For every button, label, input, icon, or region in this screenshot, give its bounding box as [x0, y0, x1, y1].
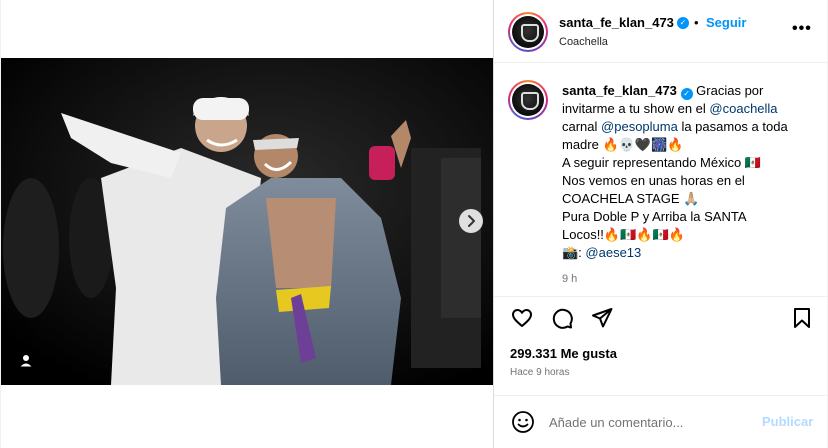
- follow-button[interactable]: Seguir: [706, 15, 746, 30]
- emoji-button[interactable]: [511, 410, 535, 434]
- send-icon: [592, 308, 613, 328]
- author-avatar[interactable]: [508, 12, 548, 52]
- publish-button[interactable]: Publicar: [762, 414, 813, 429]
- user-icon: [20, 355, 32, 367]
- carousel-next-button[interactable]: [459, 209, 483, 233]
- comment-input[interactable]: [549, 412, 749, 432]
- mention-link[interactable]: @pesopluma: [601, 119, 678, 134]
- bookmark-icon: [794, 308, 810, 328]
- smiley-icon: [512, 411, 534, 433]
- post-photo: [1, 58, 493, 385]
- action-bar: [494, 296, 828, 336]
- post-timestamp[interactable]: Hace 9 horas: [510, 367, 569, 378]
- save-button[interactable]: [790, 306, 814, 330]
- verified-badge-icon: ✓: [680, 88, 693, 100]
- media-top-padding: [1, 0, 493, 58]
- tagged-users-button[interactable]: [15, 350, 37, 372]
- post-modal: santa_fe_klan_473 ✓ • Seguir Coachella •…: [1, 0, 828, 448]
- post-caption: santa_fe_klan_473 ✓ Gracias por invitarm…: [562, 82, 812, 262]
- caption-username[interactable]: santa_fe_klan_473: [562, 83, 677, 98]
- more-options-icon[interactable]: •••: [792, 20, 812, 38]
- chevron-right-icon: [468, 215, 475, 227]
- caption-text-part2: carnal: [562, 119, 602, 134]
- post-header: santa_fe_klan_473 ✓ • Seguir Coachella •…: [494, 0, 828, 63]
- like-count[interactable]: 299.331 Me gusta: [510, 346, 617, 361]
- caption-line: Nos vemos en unas horas en el COACHELA S…: [562, 173, 745, 206]
- heart-icon: [512, 309, 532, 327]
- caption-time[interactable]: 9 h: [562, 273, 577, 285]
- caption-line: 📸:: [562, 245, 586, 260]
- mention-link[interactable]: @coachella: [709, 101, 777, 116]
- comment-bar: Publicar: [494, 395, 828, 448]
- post-sidebar: santa_fe_klan_473 ✓ • Seguir Coachella •…: [494, 0, 828, 448]
- separator-dot: •: [694, 15, 699, 30]
- mention-link[interactable]: @aese13: [585, 245, 641, 260]
- author-username[interactable]: santa_fe_klan_473: [559, 15, 674, 30]
- caption-line: Pura Doble P y Arriba la SANTA: [562, 209, 747, 224]
- caption-avatar[interactable]: [508, 80, 548, 120]
- comment-icon: [552, 308, 573, 329]
- caption-line: A seguir representando México 🇲🇽: [562, 155, 762, 170]
- post-image[interactable]: [1, 58, 493, 385]
- caption-line: Locos!!🔥🇲🇽🔥🇲🇽🔥: [562, 227, 685, 242]
- share-button[interactable]: [590, 306, 614, 330]
- comment-button[interactable]: [550, 306, 574, 330]
- media-bottom-padding: [1, 385, 493, 448]
- like-button[interactable]: [510, 306, 534, 330]
- post-location[interactable]: Coachella: [559, 36, 608, 48]
- verified-badge-icon: ✓: [677, 17, 689, 29]
